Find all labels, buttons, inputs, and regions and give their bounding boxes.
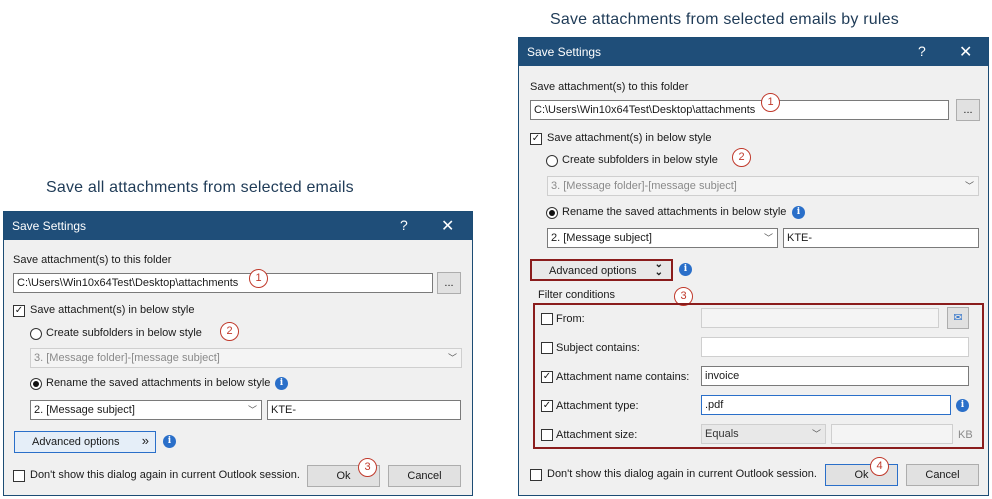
folder-path-input[interactable]: C:\Users\Win10x64Test\Desktop\attachment… xyxy=(13,273,433,293)
attachment-name-checkbox[interactable]: ✓ xyxy=(541,371,553,383)
dialog-title: Save Settings xyxy=(527,45,602,59)
info-icon[interactable]: i xyxy=(163,435,176,448)
size-operator-select[interactable]: Equals ﹀ xyxy=(701,424,826,444)
attachment-size-checkbox[interactable] xyxy=(541,429,553,441)
advanced-options-label: Advanced options xyxy=(32,436,120,448)
advanced-options-button[interactable]: Advanced options ⌄ ⌄ xyxy=(530,259,673,281)
subfolder-style-select[interactable]: 3. [Message folder]-[message subject] ﹀ xyxy=(30,348,462,368)
size-operator-value: Equals xyxy=(705,428,739,440)
from-checkbox[interactable] xyxy=(541,313,553,325)
info-icon[interactable]: i xyxy=(679,263,692,276)
attachment-size-label: Attachment size: xyxy=(556,429,638,441)
rename-style-select[interactable]: 2. [Message subject] ﹀ xyxy=(547,228,778,248)
attachment-type-input[interactable]: .pdf xyxy=(701,395,951,415)
dropdown-arrow-icon: ﹀ xyxy=(447,353,457,363)
dont-show-label: Don't show this dialog again in current … xyxy=(30,469,300,481)
rename-style-value: 2. [Message subject] xyxy=(551,232,652,244)
step-marker-2: 2 xyxy=(732,148,751,167)
right-save-settings-dialog: Save Settings ? ✕ Save attachment(s) to … xyxy=(518,37,989,496)
size-value-input[interactable] xyxy=(831,424,953,444)
attachment-name-input[interactable]: invoice xyxy=(701,366,969,386)
rename-style-select[interactable]: 2. [Message subject] ﹀ xyxy=(30,400,262,420)
chevron-double-right-icon: » xyxy=(141,433,149,448)
page: { "captions": { "left": "Save all attach… xyxy=(0,0,992,499)
attachment-name-label: Attachment name contains: xyxy=(556,371,690,383)
subfolder-label: Create subfolders in below style xyxy=(562,154,718,166)
help-icon[interactable]: ? xyxy=(400,217,408,233)
from-label: From: xyxy=(556,313,585,325)
step-marker-1: 1 xyxy=(249,269,268,288)
chevron-double-down-icon: ⌄ ⌄ xyxy=(654,259,663,278)
title-bar: Save Settings ? ✕ xyxy=(519,38,988,66)
close-icon[interactable]: ✕ xyxy=(959,42,972,62)
rename-label: Rename the saved attachments in below st… xyxy=(46,377,271,389)
from-input[interactable] xyxy=(701,308,939,328)
cancel-button[interactable]: Cancel xyxy=(906,464,979,486)
dropdown-arrow-icon: ﹀ xyxy=(811,429,821,439)
advanced-options-button[interactable]: Advanced options » xyxy=(14,431,156,453)
prefix-input[interactable]: KTE- xyxy=(783,228,979,248)
subfolder-style-select[interactable]: 3. [Message folder]-[message subject] ﹀ xyxy=(547,176,979,196)
subfolder-radio[interactable] xyxy=(30,328,42,340)
save-style-checkbox[interactable]: ✓ xyxy=(13,305,25,317)
browse-button[interactable]: ... xyxy=(437,272,461,294)
save-style-checkbox[interactable]: ✓ xyxy=(530,133,542,145)
rename-style-value: 2. [Message subject] xyxy=(34,404,135,416)
folder-label: Save attachment(s) to this folder xyxy=(13,254,172,266)
dropdown-arrow-icon: ﹀ xyxy=(964,181,974,191)
left-save-settings-dialog: Save Settings ? ✕ Save attachment(s) to … xyxy=(3,211,473,496)
dropdown-arrow-icon: ﹀ xyxy=(247,405,257,415)
dont-show-checkbox[interactable] xyxy=(530,469,542,481)
step-marker-1: 1 xyxy=(761,93,780,112)
dont-show-checkbox[interactable] xyxy=(13,470,25,482)
subfolder-radio[interactable] xyxy=(546,155,558,167)
subfolder-style-value: 3. [Message folder]-[message subject] xyxy=(34,352,220,364)
step-marker-4: 4 xyxy=(870,457,889,476)
dialog-title: Save Settings xyxy=(12,219,87,233)
rename-label: Rename the saved attachments in below st… xyxy=(562,206,787,218)
left-caption: Save all attachments from selected email… xyxy=(46,179,354,196)
info-icon[interactable]: i xyxy=(792,206,805,219)
folder-path-input[interactable]: C:\Users\Win10x64Test\Desktop\attachment… xyxy=(530,100,949,120)
attachment-type-label: Attachment type: xyxy=(556,400,639,412)
save-style-label: Save attachment(s) in below style xyxy=(30,304,195,316)
advanced-options-label: Advanced options xyxy=(549,265,637,277)
subject-label: Subject contains: xyxy=(556,342,640,354)
subfolder-style-value: 3. [Message folder]-[message subject] xyxy=(551,180,737,192)
help-icon[interactable]: ? xyxy=(918,43,926,59)
cancel-button[interactable]: Cancel xyxy=(388,465,461,487)
contacts-button[interactable]: ✉ xyxy=(947,307,969,329)
subject-checkbox[interactable] xyxy=(541,342,553,354)
info-icon[interactable]: i xyxy=(275,377,288,390)
attachment-type-checkbox[interactable]: ✓ xyxy=(541,400,553,412)
dont-show-label: Don't show this dialog again in current … xyxy=(547,468,817,480)
rename-radio[interactable] xyxy=(30,378,42,390)
prefix-input[interactable]: KTE- xyxy=(267,400,461,420)
dropdown-arrow-icon: ﹀ xyxy=(763,233,773,243)
step-marker-3: 3 xyxy=(358,458,377,477)
rename-radio[interactable] xyxy=(546,207,558,219)
browse-button[interactable]: ... xyxy=(956,99,980,121)
step-marker-2: 2 xyxy=(220,322,239,341)
filter-conditions-title: Filter conditions xyxy=(538,289,616,301)
contacts-icon: ✉ xyxy=(953,312,963,324)
close-icon[interactable]: ✕ xyxy=(441,216,454,236)
title-bar: Save Settings ? ✕ xyxy=(4,212,472,240)
folder-label: Save attachment(s) to this folder xyxy=(530,81,689,93)
subject-input[interactable] xyxy=(701,337,969,357)
subfolder-label: Create subfolders in below style xyxy=(46,327,202,339)
right-caption: Save attachments from selected emails by… xyxy=(550,11,899,28)
size-unit-label: KB xyxy=(958,429,973,441)
info-icon[interactable]: i xyxy=(956,399,969,412)
save-style-label: Save attachment(s) in below style xyxy=(547,132,712,144)
